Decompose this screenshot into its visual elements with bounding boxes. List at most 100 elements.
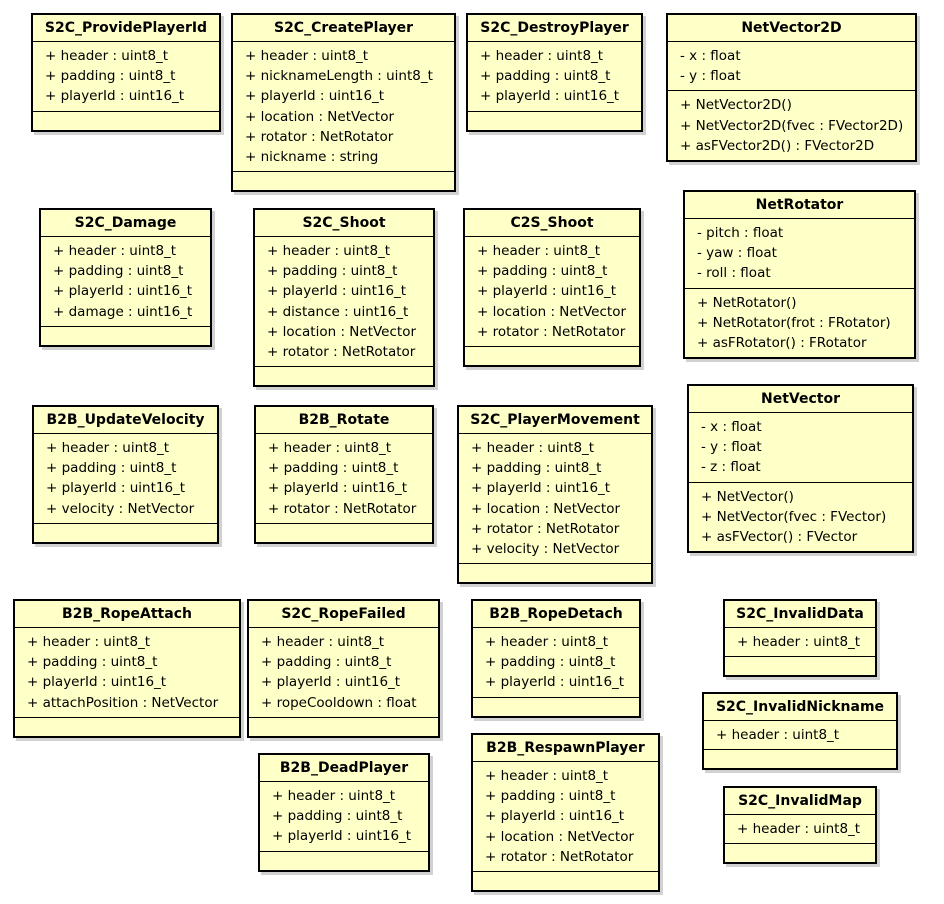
class-s2c-createplayer[interactable]: S2C_CreatePlayer + header : uint8_t + nick… bbox=[231, 13, 456, 193]
operations-compartment bbox=[33, 112, 219, 130]
class-name: S2C_InvalidData bbox=[725, 601, 875, 628]
attributes-compartment: + header : uint8_t + padding : uint8_t + p… bbox=[41, 237, 210, 327]
operations-compartment bbox=[459, 564, 651, 582]
attribute: + location : NetVector bbox=[267, 323, 417, 340]
class-b2b-rotate[interactable]: B2B_Rotate + header : uint8_t + padding : … bbox=[254, 405, 434, 544]
attribute: + header : uint8_t bbox=[45, 48, 169, 64]
class-name: NetVector2D bbox=[668, 15, 915, 42]
attribute: + header : uint8_t bbox=[737, 821, 861, 837]
class-b2b-respawnplayer[interactable]: B2B_RespawnPlayer + header : uint8_t + pad… bbox=[471, 733, 660, 893]
attribute: + rotator : NetRotator bbox=[471, 520, 620, 537]
attributes-compartment: + header : uint8_t + padding : uint8_t + p… bbox=[465, 237, 639, 348]
operation: + NetVector2D(fvec : FVector2D) bbox=[680, 117, 904, 134]
attribute: + padding : uint8_t bbox=[46, 460, 177, 477]
attribute: - x : float bbox=[701, 419, 762, 435]
class-s2c-destroyplayer[interactable]: S2C_DestroyPlayer + header : uint8_t + pad… bbox=[466, 13, 643, 132]
attribute: + padding : uint8_t bbox=[268, 460, 399, 477]
class-s2c-damage[interactable]: S2C_Damage + header : uint8_t + padding : … bbox=[39, 208, 212, 347]
class-name: C2S_Shoot bbox=[465, 210, 639, 237]
attribute: - y : float bbox=[701, 439, 762, 456]
class-s2c-provideplayerid[interactable]: S2C_ProvidePlayerId + header : uint8_t + p… bbox=[31, 13, 221, 132]
class-netvector[interactable]: NetVector - x : float - y : float - z : flo… bbox=[687, 384, 914, 554]
attributes-compartment: + header : uint8_t bbox=[725, 815, 875, 845]
attribute: + damage : uint16_t bbox=[53, 303, 193, 320]
attributes-compartment: + header : uint8_t bbox=[725, 628, 875, 658]
class-name: S2C_Damage bbox=[41, 210, 210, 237]
attribute: + distance : uint16_t bbox=[267, 303, 409, 320]
class-netrotator[interactable]: NetRotator - pitch : float - yaw : float - … bbox=[683, 190, 916, 360]
attribute: + playerId : uint16_t bbox=[471, 480, 611, 497]
operations-compartment bbox=[465, 347, 639, 365]
attribute: + header : uint8_t bbox=[272, 788, 396, 804]
attribute: + header : uint8_t bbox=[485, 768, 609, 784]
attributes-compartment: + header : uint8_t bbox=[704, 721, 896, 751]
class-s2c-invalidmap[interactable]: S2C_InvalidMap + header : uint8_t bbox=[723, 786, 877, 865]
class-name: B2B_DeadPlayer bbox=[260, 755, 428, 782]
class-b2b-ropedetach[interactable]: B2B_RopeDetach + header : uint8_t + paddin… bbox=[471, 599, 641, 718]
class-b2b-ropeattach[interactable]: B2B_RopeAttach + header : uint8_t + paddin… bbox=[13, 599, 241, 738]
attribute: + ropeCooldown : float bbox=[261, 694, 417, 711]
class-name: S2C_InvalidMap bbox=[725, 788, 875, 815]
attribute: - yaw : float bbox=[697, 245, 777, 262]
attribute: + attachPosition : NetVector bbox=[27, 694, 219, 711]
attribute: + rotator : NetRotator bbox=[477, 323, 626, 340]
attribute: + header : uint8_t bbox=[53, 243, 177, 259]
attribute: + playerId : uint16_t bbox=[485, 808, 625, 825]
class-netvector2d[interactable]: NetVector2D - x : float - y : float + NetVe… bbox=[666, 13, 917, 163]
attribute: + padding : uint8_t bbox=[477, 263, 608, 280]
class-s2c-playermovement[interactable]: S2C_PlayerMovement + header : uint8_t + pa… bbox=[457, 405, 653, 585]
attributes-compartment: + header : uint8_t + padding : uint8_t + p… bbox=[34, 434, 217, 524]
class-b2b-updatevelocity[interactable]: B2B_UpdateVelocity + header : uint8_t + pa… bbox=[32, 405, 219, 544]
operation: + NetVector2D() bbox=[680, 97, 792, 114]
attribute: + rotator : NetRotator bbox=[485, 848, 634, 865]
attribute: + playerId : uint16_t bbox=[27, 674, 167, 691]
attributes-compartment: - x : float - y : float - z : float bbox=[689, 413, 912, 483]
operations-compartment bbox=[473, 698, 639, 716]
class-s2c-shoot[interactable]: S2C_Shoot + header : uint8_t + padding : u… bbox=[253, 208, 435, 388]
operations-compartment bbox=[473, 872, 658, 890]
class-b2b-deadplayer[interactable]: B2B_DeadPlayer + header : uint8_t + paddin… bbox=[258, 753, 430, 872]
operation: + asFVector() : FVector bbox=[701, 529, 858, 546]
attributes-compartment: + header : uint8_t + padding : uint8_t + p… bbox=[260, 782, 428, 852]
class-name: B2B_Rotate bbox=[256, 407, 432, 434]
attribute: + location : NetVector bbox=[245, 108, 395, 125]
attributes-compartment: + header : uint8_t + padding : uint8_t + p… bbox=[249, 628, 438, 718]
class-c2s-shoot[interactable]: C2S_Shoot + header : uint8_t + padding : u… bbox=[463, 208, 641, 368]
operations-compartment: + NetVector() + NetVector(fvec : FVector)… bbox=[689, 483, 912, 552]
operations-compartment: + NetVector2D() + NetVector2D(fvec : FVec… bbox=[668, 91, 915, 160]
operation: + asFVector2D() : FVector2D bbox=[680, 137, 875, 154]
attribute: + rotator : NetRotator bbox=[267, 344, 416, 361]
operations-compartment bbox=[468, 112, 641, 130]
attribute: + rotator : NetRotator bbox=[245, 128, 394, 145]
class-name: S2C_PlayerMovement bbox=[459, 407, 651, 434]
attribute: + playerId : uint16_t bbox=[477, 283, 617, 300]
attribute: + nicknameLength : uint8_t bbox=[245, 68, 433, 85]
attribute: + playerId : uint16_t bbox=[485, 674, 625, 691]
attribute: + padding : uint8_t bbox=[485, 788, 616, 805]
attribute: + playerId : uint16_t bbox=[46, 480, 186, 497]
operation: + NetRotator(frot : FRotator) bbox=[697, 314, 891, 331]
class-name: NetRotator bbox=[685, 192, 914, 219]
operation: + NetVector(fvec : FVector) bbox=[701, 508, 887, 525]
class-s2c-invaliddata[interactable]: S2C_InvalidData + header : uint8_t bbox=[723, 599, 877, 678]
attribute: + playerId : uint16_t bbox=[268, 480, 408, 497]
class-s2c-ropefailed[interactable]: S2C_RopeFailed + header : uint8_t + paddin… bbox=[247, 599, 440, 738]
attribute: + header : uint8_t bbox=[268, 440, 392, 456]
attributes-compartment: + header : uint8_t + padding : uint8_t + p… bbox=[473, 762, 658, 873]
attribute: - y : float bbox=[680, 68, 741, 85]
operations-compartment bbox=[725, 657, 875, 675]
operations-compartment bbox=[704, 750, 896, 768]
attribute: + header : uint8_t bbox=[471, 440, 595, 456]
class-name: S2C_DestroyPlayer bbox=[468, 15, 641, 42]
operations-compartment bbox=[15, 718, 239, 736]
attribute: - pitch : float bbox=[697, 225, 784, 241]
operations-compartment bbox=[260, 852, 428, 870]
class-s2c-invalidnickname[interactable]: S2C_InvalidNickname + header : uint8_t bbox=[702, 692, 898, 771]
class-name: S2C_ProvidePlayerId bbox=[33, 15, 219, 42]
operations-compartment bbox=[41, 327, 210, 345]
operations-compartment bbox=[256, 524, 432, 542]
operations-compartment: + NetRotator() + NetRotator(frot : FRotat… bbox=[685, 289, 914, 358]
attributes-compartment: + header : uint8_t + padding : uint8_t + p… bbox=[468, 42, 641, 112]
attribute: + velocity : NetVector bbox=[46, 500, 195, 517]
attribute: + playerId : uint16_t bbox=[245, 88, 385, 105]
